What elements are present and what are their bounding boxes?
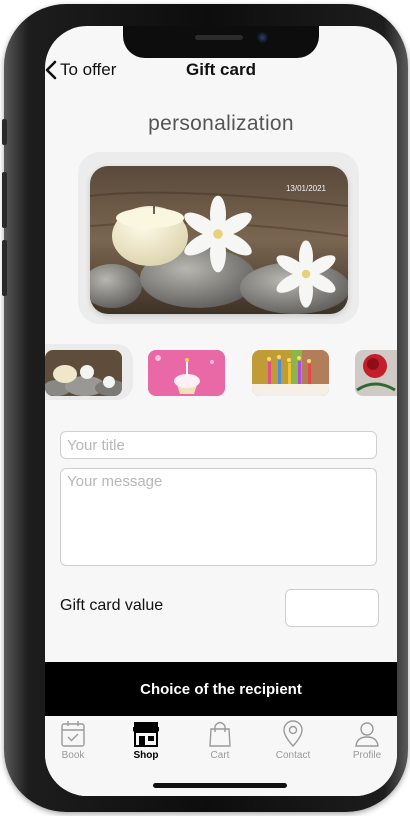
app-screen: To offer Gift card personalization 13/01…	[45, 26, 397, 796]
tab-shop[interactable]: Shop	[114, 720, 178, 761]
choice-of-recipient-button[interactable]: Choice of the recipient	[45, 662, 397, 716]
tab-profile-label: Profile	[352, 750, 382, 761]
tab-book[interactable]: Book	[45, 720, 105, 761]
speaker	[195, 35, 243, 40]
thumb-pink-cupcake-image	[148, 350, 225, 396]
section-heading: personalization	[148, 112, 294, 135]
gift-card-value-input[interactable]	[285, 589, 379, 627]
thumb-birthday-candles[interactable]	[252, 350, 329, 396]
gift-card-value-label: Gift card value	[60, 597, 164, 614]
mute-switch	[2, 119, 7, 145]
thumb-candle-stones-image	[45, 350, 122, 396]
store-icon	[133, 722, 159, 747]
tab-cart[interactable]: Cart	[188, 720, 252, 761]
notch	[123, 26, 319, 58]
thumb-red-rose-image	[355, 350, 397, 396]
thumb-birthday-candles-image	[252, 350, 329, 396]
tab-contact[interactable]: Contact	[261, 720, 325, 761]
location-pin-icon	[283, 720, 303, 748]
front-camera	[257, 32, 268, 43]
card-date: 13/01/2021	[285, 184, 326, 193]
gift-card-preview: 13/01/2021	[90, 166, 348, 314]
bag-icon	[209, 721, 231, 747]
tab-shop-label: Shop	[133, 750, 159, 761]
message-input[interactable]	[60, 468, 377, 566]
volume-up-button	[2, 172, 7, 228]
nav-header: To offer Gift card	[45, 56, 397, 84]
page-title: Gift card	[186, 60, 256, 79]
tab-contact-label: Contact	[275, 750, 311, 761]
tab-profile[interactable]: Profile	[335, 720, 397, 761]
thumb-red-rose[interactable]	[355, 350, 397, 396]
volume-down-button	[2, 240, 7, 296]
thumb-candle-stones[interactable]	[45, 350, 122, 396]
title-input[interactable]	[60, 431, 377, 459]
card-design-selector	[45, 344, 397, 400]
person-icon	[355, 722, 379, 747]
home-indicator	[153, 783, 287, 788]
tab-book-label: Book	[61, 750, 85, 761]
thumb-pink-cupcake[interactable]	[148, 350, 225, 396]
tab-cart-label: Cart	[210, 750, 230, 761]
calendar-icon	[61, 721, 85, 747]
